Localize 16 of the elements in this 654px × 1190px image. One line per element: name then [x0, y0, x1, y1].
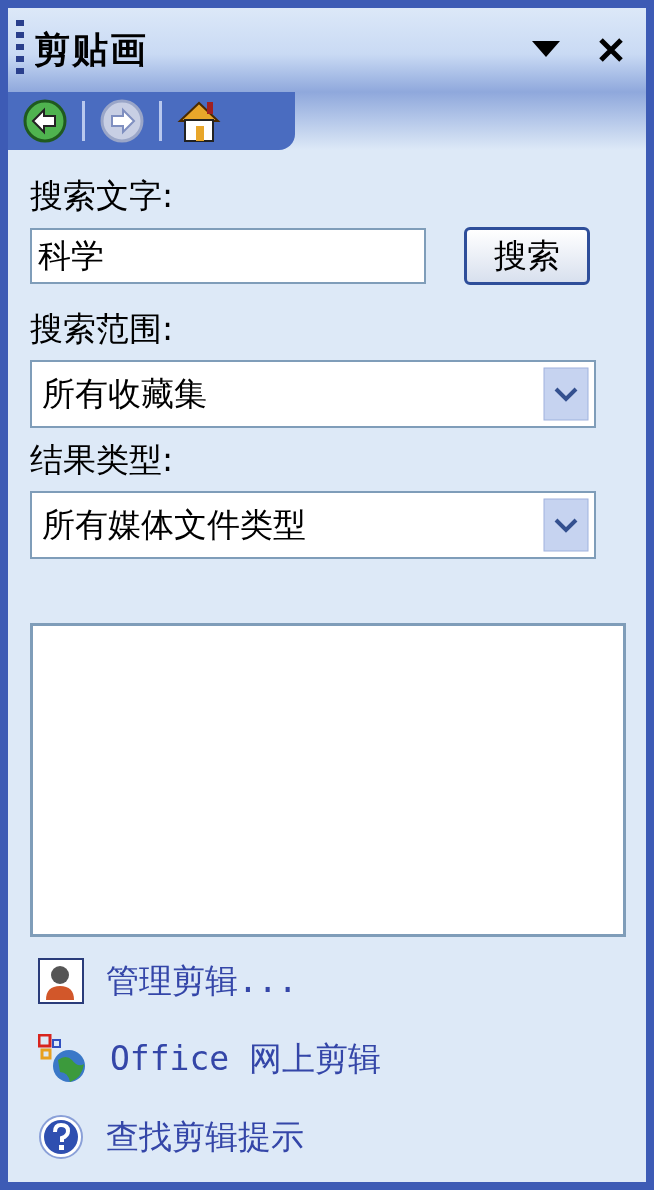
scope-dropdown[interactable]: 所有收藏集 [30, 360, 596, 428]
link[interactable]: Office 网上剪辑 [110, 1036, 382, 1082]
type-dropdown[interactable]: 所有媒体文件类型 [30, 491, 596, 559]
field-label: 搜索文字: [30, 175, 175, 217]
link[interactable]: 查找剪辑提示 [106, 1114, 304, 1160]
search-button[interactable]: 搜索 [464, 227, 590, 285]
close-icon[interactable] [598, 37, 624, 63]
field-label: 结果类型: [30, 439, 175, 481]
pane-title: 剪贴画 [34, 27, 149, 72]
search-field[interactable]: 科学 [30, 228, 426, 284]
dropdown-arrow-icon[interactable] [532, 41, 560, 59]
globe-icon [38, 1034, 88, 1084]
link[interactable]: 管理剪辑... [106, 958, 298, 1004]
person-icon [38, 958, 84, 1004]
field-label: 搜索范围: [30, 308, 175, 350]
help-icon [38, 1114, 84, 1160]
